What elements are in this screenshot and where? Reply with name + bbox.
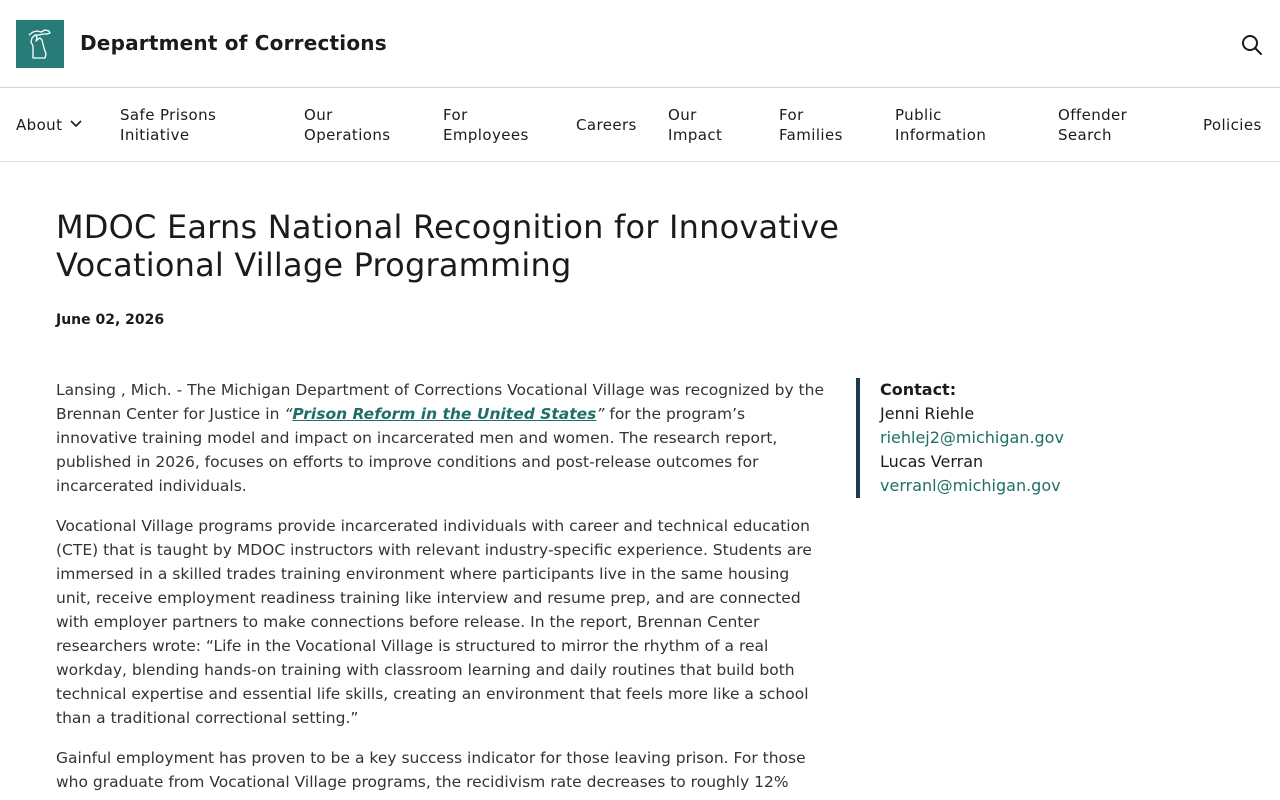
nav-item-label-line1: For: [779, 106, 804, 124]
michigan-state-icon-svg: [28, 29, 51, 59]
nav-item-policies[interactable]: Policies: [1203, 115, 1262, 135]
article-paragraph-1: Lansing , Mich. - The Michigan Departmen…: [56, 378, 824, 498]
nav-item-label-line2: Search: [1058, 126, 1112, 144]
article-date: June 02, 2026: [56, 312, 165, 328]
michigan-state-icon[interactable]: [16, 20, 64, 68]
contact-name: Jenni Riehle: [880, 404, 975, 423]
nav-item-our-impact[interactable]: Our Impact: [668, 105, 722, 145]
contact-email-link[interactable]: riehlej2@michigan.gov: [880, 426, 1186, 450]
nav-item-label-line1: Offender: [1058, 106, 1128, 124]
nav-item-label-line1: For: [443, 106, 468, 124]
nav-item-label: About: [16, 116, 63, 134]
nav-item-label-line1: Public: [895, 106, 942, 124]
contact-label: Contact:: [880, 380, 957, 399]
article-paragraph-2: Vocational Village programs provide inca…: [56, 517, 812, 727]
report-link[interactable]: Prison Reform in the United States: [292, 405, 596, 423]
chevron-down-icon: [70, 120, 82, 128]
contact-box: Contact: Jenni Riehle riehlej2@michigan.…: [856, 378, 1186, 498]
search-icon: [1242, 35, 1262, 55]
nav-item-label-line1: Our: [304, 106, 333, 124]
nav-item-public-information[interactable]: Public Information: [895, 105, 986, 145]
nav-item-label-line1: Our: [668, 106, 697, 124]
nav-item-for-families[interactable]: For Families: [779, 105, 843, 145]
nav-item-careers[interactable]: Careers: [576, 115, 637, 135]
nav-item-label: Policies: [1203, 116, 1262, 134]
article-paragraph-3: Gainful employment has proven to be a ke…: [56, 749, 806, 791]
search-button[interactable]: [1236, 30, 1268, 60]
nav-item-about[interactable]: About: [16, 115, 82, 135]
nav-item-label-line2: Information: [895, 126, 987, 144]
contact-name: Lucas Verran: [880, 452, 984, 471]
nav-item-label-line2: Impact: [668, 126, 723, 144]
nav-item-label-line2: Operations: [304, 126, 391, 144]
nav-item-safe-prisons[interactable]: Safe Prisons Initiative: [120, 105, 216, 145]
nav-item-label-line2: Employees: [443, 126, 529, 144]
page-title: MDOC Earns National Recognition for Inno…: [56, 208, 840, 284]
nav-item-our-operations[interactable]: Our Operations: [304, 105, 390, 145]
site-title: Department of Corrections: [80, 31, 387, 55]
nav-item-label: Careers: [576, 116, 637, 134]
nav-item-for-employees[interactable]: For Employees: [443, 105, 529, 145]
nav-item-offender-search[interactable]: Offender Search: [1058, 105, 1127, 145]
site-header: Department of Corrections: [0, 0, 1280, 88]
article-body: Lansing , Mich. - The Michigan Departmen…: [56, 378, 824, 800]
contact-email-link[interactable]: verranl@michigan.gov: [880, 474, 1186, 498]
nav-item-label-line2: Initiative: [120, 126, 190, 144]
nav-item-label-line1: Safe Prisons: [120, 106, 217, 124]
main-nav: About Safe Prisons Initiative Our Operat…: [0, 89, 1280, 162]
nav-item-label-line2: Families: [779, 126, 843, 144]
